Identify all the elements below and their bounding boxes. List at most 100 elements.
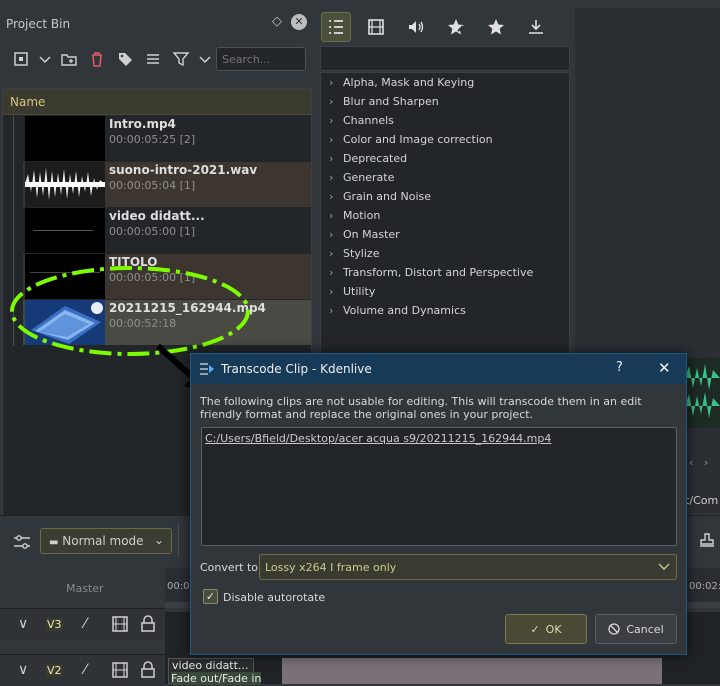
list-item[interactable]: Intro.mp4 00:00:05:25 [2]: [23, 116, 311, 161]
nav-arrows-icon[interactable]: ‹ ›: [689, 456, 708, 469]
timeline-clip-effect: Fade out/Fade in: [171, 672, 262, 685]
lock-icon[interactable]: [140, 615, 156, 633]
track-header-v3: ∨ V3 ⁄: [0, 608, 165, 640]
effect-category-label: Color and Image correction: [343, 133, 493, 146]
effect-category[interactable]: › Channels: [329, 114, 394, 133]
list-item[interactable]: TITOLO 00:00:05:00 [1]: [23, 254, 311, 299]
tab-all-effects[interactable]: [321, 12, 351, 42]
effect-category[interactable]: › Stylize: [329, 247, 379, 266]
film-icon[interactable]: [111, 661, 129, 679]
clip-thumbnail: [25, 254, 105, 299]
bin-search-input[interactable]: [216, 47, 306, 71]
chevron-down-icon: ⌄: [153, 533, 164, 547]
list-item[interactable]: suono-intro-2021.wav 00:00:05:04 [1]: [23, 162, 311, 207]
clip-path-item[interactable]: C:/Users/Bfield/Desktop/acer acqua s9/20…: [205, 432, 551, 445]
collapse-icon[interactable]: ∨: [18, 662, 28, 678]
dialog-titlebar: Transcode Clip - Kdenlive ? ✕: [191, 354, 686, 384]
effect-category[interactable]: › Utility: [329, 285, 375, 304]
cancel-label: Cancel: [626, 622, 664, 636]
ok-button[interactable]: ✓ OK: [505, 614, 587, 644]
effect-category-label: Generate: [343, 171, 395, 184]
tab-custom-effects[interactable]: [441, 12, 471, 42]
close-icon[interactable]: ✕: [658, 359, 671, 377]
project-bin-title: Project Bin: [6, 17, 71, 31]
tag-icon[interactable]: [116, 50, 134, 68]
effect-category-label: Deprecated: [343, 152, 408, 165]
effect-category-label: Grain and Noise: [343, 190, 432, 203]
effect-category[interactable]: › Color and Image correction: [329, 133, 493, 152]
help-button[interactable]: ?: [616, 360, 623, 375]
effect-category[interactable]: › Volume and Dynamics: [329, 304, 466, 323]
check-icon: ✓: [530, 622, 540, 636]
audio-waveform: [685, 358, 720, 428]
filter-dropdown-icon[interactable]: [196, 50, 214, 68]
clip-thumbnail: [25, 208, 105, 253]
chevron-down-icon[interactable]: [36, 50, 54, 68]
chevron-down-icon: [658, 563, 670, 570]
audio-waveform-thumbnail: [25, 162, 105, 207]
track-header-v2: ∨ V2 ⁄: [0, 654, 165, 686]
effect-category[interactable]: › Blur and Sharpen: [329, 95, 439, 114]
float-panel-icon[interactable]: ◇: [272, 14, 282, 29]
clip-name: 20211215_162944.mp4: [109, 301, 266, 315]
timeline-clip[interactable]: video didatt... Fade out/Fade in: [168, 658, 262, 685]
clip-duration: 00:00:05:00 [1]: [109, 271, 196, 284]
effects-search-input[interactable]: [320, 46, 570, 71]
list-item[interactable]: 20211215_162944.mp4 00:00:52:18: [23, 300, 311, 345]
effect-category-label: Channels: [343, 114, 394, 127]
timeline-settings-icon[interactable]: [12, 532, 32, 552]
clip-name: TITOLO: [109, 255, 158, 269]
track-label: V3: [46, 618, 63, 631]
timeline-mode-label: Normal mode: [62, 534, 144, 548]
effect-wand-icon[interactable]: ⁄: [84, 616, 86, 632]
stamp-icon[interactable]: [698, 532, 716, 550]
clip-name: video didatt...: [109, 209, 205, 223]
collapse-icon[interactable]: ∨: [18, 616, 28, 632]
effect-category-label: Stylize: [343, 247, 380, 260]
star-edit-icon: [448, 19, 464, 35]
clip-duration: 00:00:05:04 [1]: [109, 179, 196, 192]
list-item[interactable]: video didatt... 00:00:05:00 [1]: [23, 208, 311, 253]
delete-icon[interactable]: [88, 50, 106, 68]
effect-category[interactable]: › Motion: [329, 209, 380, 228]
new-folder-icon[interactable]: [60, 50, 78, 68]
clip-duration: 00:00:05:00 [1]: [109, 225, 196, 238]
track-label: V2: [46, 664, 63, 677]
name-column-header[interactable]: Name: [3, 89, 311, 115]
tab-audio-effects[interactable]: [401, 12, 431, 42]
clip-name: suono-intro-2021.wav: [109, 163, 258, 177]
effect-category[interactable]: › Generate: [329, 171, 394, 190]
convert-profile-select[interactable]: Lossy x264 I frame only: [259, 554, 677, 580]
timeline-mode-select[interactable]: ▬ Normal mode ⌄: [40, 528, 172, 554]
disable-autorotate-checkbox[interactable]: ✓: [203, 589, 218, 604]
film-icon[interactable]: [111, 615, 129, 633]
add-clip-icon[interactable]: [12, 50, 30, 68]
filter-icon[interactable]: [172, 50, 190, 68]
download-icon: [529, 20, 543, 34]
effect-category-label: On Master: [343, 228, 400, 241]
effect-category[interactable]: › Grain and Noise: [329, 190, 431, 209]
lock-icon[interactable]: [140, 661, 156, 679]
speaker-icon: [409, 21, 424, 33]
tab-favorite-effects[interactable]: [481, 12, 511, 42]
tab-download-effects[interactable]: [521, 12, 551, 42]
effect-category-label: Blur and Sharpen: [343, 95, 439, 108]
clip-duration: 00:00:05:25 [2]: [109, 133, 196, 146]
effect-category[interactable]: › On Master: [329, 228, 400, 247]
ruler-timecode-end: 00:02:: [689, 581, 720, 592]
convert-to-label: Convert to: [200, 561, 259, 574]
tab-video-effects[interactable]: [361, 12, 391, 42]
cancel-button[interactable]: Cancel: [595, 614, 677, 644]
list-icon: [329, 20, 343, 34]
effect-wand-icon[interactable]: ⁄: [84, 662, 86, 678]
effect-category[interactable]: › Transform, Distort and Perspective: [329, 266, 533, 285]
menu-icon[interactable]: [144, 50, 162, 68]
effect-category[interactable]: › Alpha, Mask and Keying: [329, 76, 474, 95]
timeline-clip-body[interactable]: [282, 658, 662, 684]
master-label: Master: [66, 582, 104, 595]
close-panel-icon[interactable]: ✕: [291, 14, 307, 30]
dialog-message: The following clips are not usable for e…: [200, 395, 642, 421]
effect-category[interactable]: › Deprecated: [329, 152, 407, 171]
clip-path-list[interactable]: C:/Users/Bfield/Desktop/acer acqua s9/20…: [201, 427, 677, 546]
effect-category-label: Alpha, Mask and Keying: [343, 76, 475, 89]
